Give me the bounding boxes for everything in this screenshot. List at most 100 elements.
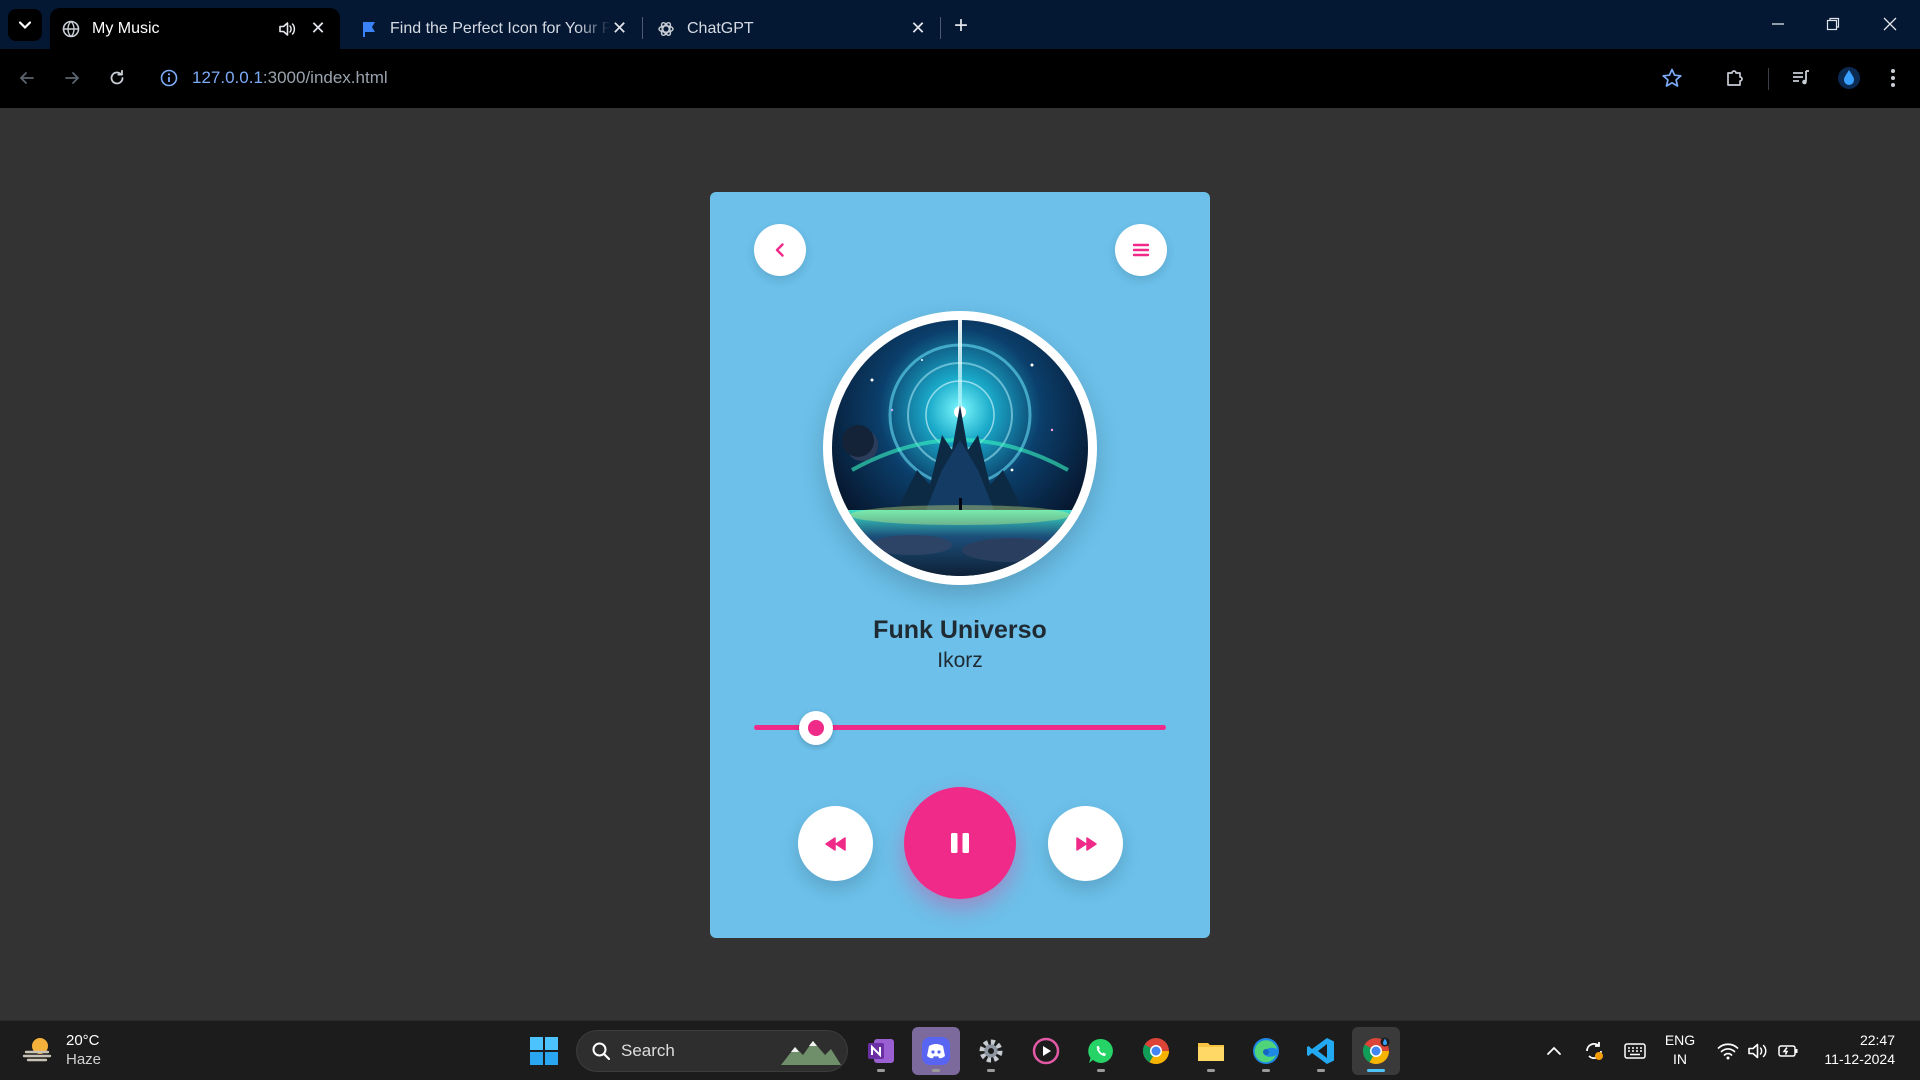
next-track-button[interactable] bbox=[1048, 806, 1123, 881]
menu-button[interactable] bbox=[1115, 224, 1167, 276]
tab-icon-finder[interactable]: Find the Perfect Icon for Your Project ✕ bbox=[348, 8, 640, 49]
tab-chatgpt[interactable]: ChatGPT ✕ bbox=[645, 8, 940, 49]
address-bar[interactable]: 127.0.0.1:3000/index.html bbox=[160, 59, 388, 97]
url-host: 127.0.0.1 bbox=[192, 68, 263, 87]
play-pause-button[interactable] bbox=[904, 787, 1016, 899]
music-player-card: Funk Universo Ikorz bbox=[710, 192, 1210, 938]
taskbar-media-player[interactable] bbox=[1022, 1027, 1070, 1075]
taskbar-chrome-dev[interactable] bbox=[1352, 1027, 1400, 1075]
arrow-right-icon bbox=[65, 72, 80, 84]
active-indicator bbox=[1367, 1069, 1385, 1072]
taskbar-vscode[interactable] bbox=[1297, 1027, 1345, 1075]
taskbar-discord[interactable] bbox=[912, 1027, 960, 1075]
running-indicator bbox=[1097, 1069, 1105, 1072]
close-window-button[interactable] bbox=[1870, 8, 1910, 40]
input-language[interactable]: ENG IN bbox=[1662, 1031, 1698, 1069]
show-hidden-icons-button[interactable] bbox=[1542, 1031, 1566, 1071]
clock-date: 11-12-2024 bbox=[1824, 1051, 1895, 1067]
reload-icon bbox=[110, 69, 124, 85]
song-title: Funk Universo bbox=[873, 616, 1047, 644]
mountains-search-highlight-icon bbox=[781, 1041, 841, 1065]
wifi-status[interactable] bbox=[1714, 1031, 1742, 1071]
close-icon bbox=[1883, 17, 1897, 31]
touch-keyboard-button[interactable] bbox=[1620, 1031, 1650, 1071]
tab-search-button[interactable] bbox=[8, 9, 42, 41]
taskbar-file-explorer[interactable] bbox=[1187, 1027, 1235, 1075]
media-player-icon bbox=[1032, 1037, 1060, 1065]
close-tab-icon[interactable]: ✕ bbox=[611, 18, 628, 39]
onenote-icon bbox=[868, 1039, 894, 1063]
running-indicator bbox=[987, 1069, 995, 1072]
tab-title: Find the Perfect Icon for Your Project bbox=[390, 19, 612, 37]
extensions-button[interactable] bbox=[1720, 63, 1750, 93]
taskbar-chrome[interactable] bbox=[1132, 1027, 1180, 1075]
speaker-icon[interactable] bbox=[276, 21, 298, 37]
running-indicator bbox=[1207, 1069, 1215, 1072]
taskbar-whatsapp[interactable] bbox=[1077, 1027, 1125, 1075]
taskbar-onenote[interactable] bbox=[857, 1027, 905, 1075]
tab-separator bbox=[940, 17, 941, 39]
sync-icon bbox=[1586, 1042, 1603, 1060]
folder-icon bbox=[1198, 1043, 1224, 1061]
new-tab-button[interactable]: + bbox=[948, 12, 974, 39]
media-queue-icon bbox=[1793, 70, 1809, 85]
taskbar-edge[interactable] bbox=[1242, 1027, 1290, 1075]
restore-button[interactable] bbox=[1813, 8, 1853, 40]
progress-bar[interactable] bbox=[754, 711, 1166, 745]
chevron-left-icon bbox=[775, 243, 784, 257]
system-clock[interactable]: 22:47 11-12-2024 bbox=[1810, 1031, 1895, 1069]
forward-nav-button[interactable] bbox=[57, 63, 87, 93]
taskbar-search[interactable]: Search bbox=[576, 1030, 848, 1072]
sync-tray-button[interactable] bbox=[1580, 1031, 1608, 1071]
whatsapp-icon bbox=[1088, 1038, 1113, 1063]
taskbar-settings[interactable] bbox=[967, 1027, 1015, 1075]
bookmark-button[interactable] bbox=[1657, 63, 1687, 93]
star-icon bbox=[1662, 68, 1682, 87]
chrome-icon bbox=[1142, 1038, 1170, 1065]
flag-icon bbox=[360, 20, 378, 38]
close-tab-icon[interactable]: ✕ bbox=[908, 18, 928, 39]
gear-icon bbox=[979, 1039, 1003, 1063]
media-controls-button[interactable] bbox=[1786, 63, 1816, 93]
song-artist: Ikorz bbox=[937, 649, 983, 672]
weather-temperature: 20°C bbox=[66, 1032, 100, 1049]
chatgpt-logo-icon bbox=[657, 20, 675, 38]
pause-icon bbox=[951, 833, 969, 853]
discord-icon bbox=[922, 1037, 950, 1065]
chevron-up-icon bbox=[1547, 1046, 1561, 1055]
kebab-menu-icon bbox=[1891, 69, 1895, 87]
wifi-icon bbox=[1717, 1043, 1739, 1060]
tab-title: My Music bbox=[92, 19, 160, 37]
url-text[interactable]: 127.0.0.1:3000/index.html bbox=[192, 68, 388, 88]
reload-button[interactable] bbox=[102, 63, 132, 93]
hamburger-menu-icon bbox=[1132, 243, 1150, 257]
volume-status[interactable] bbox=[1744, 1031, 1772, 1071]
back-button[interactable] bbox=[754, 224, 806, 276]
chevron-down-icon bbox=[18, 21, 32, 30]
language-code: ENG bbox=[1664, 1032, 1696, 1048]
puzzle-icon bbox=[1727, 70, 1743, 86]
windows-logo-icon bbox=[530, 1037, 558, 1065]
windows-taskbar: 20°C Haze Search ENG IN 22:47 11-12-2024 bbox=[0, 1020, 1920, 1080]
arrow-left-icon bbox=[19, 72, 34, 84]
minimize-icon bbox=[1772, 23, 1784, 25]
profile-button[interactable] bbox=[1834, 63, 1864, 93]
info-icon[interactable] bbox=[160, 69, 178, 87]
progress-thumb[interactable] bbox=[798, 711, 833, 745]
start-button[interactable] bbox=[520, 1027, 568, 1075]
close-tab-icon[interactable]: ✕ bbox=[308, 18, 328, 39]
clock-time: 22:47 bbox=[1859, 1032, 1895, 1048]
tab-title: ChatGPT bbox=[687, 19, 754, 37]
minimize-button[interactable] bbox=[1758, 8, 1798, 40]
tab-my-music[interactable]: My Music ✕ bbox=[50, 8, 340, 49]
album-art bbox=[823, 311, 1097, 585]
previous-track-button[interactable] bbox=[798, 806, 873, 881]
profile-avatar-icon bbox=[1838, 67, 1860, 89]
tab-separator bbox=[642, 17, 643, 39]
battery-status[interactable] bbox=[1774, 1031, 1802, 1071]
volume-icon bbox=[1748, 1043, 1767, 1059]
chrome-menu-button[interactable] bbox=[1878, 63, 1908, 93]
back-nav-button[interactable] bbox=[12, 63, 42, 93]
weather-widget[interactable]: 20°C Haze bbox=[22, 1031, 101, 1069]
running-indicator bbox=[932, 1069, 940, 1072]
